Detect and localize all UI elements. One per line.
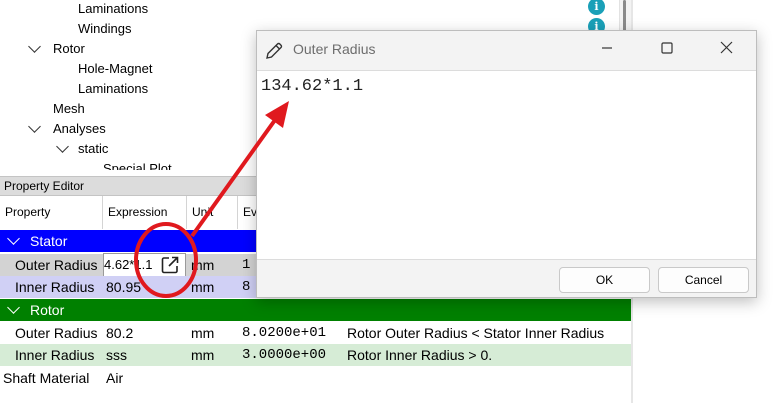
static-expand-icon[interactable]: [56, 140, 69, 153]
property-name: Outer Radius: [15, 325, 98, 341]
close-button[interactable]: [716, 40, 736, 60]
section-label: Rotor: [30, 302, 65, 318]
unit-value: mm: [191, 325, 215, 341]
section-header-rotor[interactable]: Rotor: [0, 299, 632, 321]
maximize-button[interactable]: [657, 40, 677, 60]
pencil-icon: [266, 42, 283, 59]
column-header-unit[interactable]: Unit: [187, 196, 238, 229]
analyses-expand-icon[interactable]: [28, 120, 41, 133]
expression-content[interactable]: 134.62*1.1: [261, 77, 363, 96]
collapse-icon[interactable]: [7, 301, 20, 314]
cancel-button[interactable]: Cancel: [658, 267, 749, 293]
tree-item-windings[interactable]: Windings: [78, 19, 131, 39]
evaluated-value: 3.0000e+00: [242, 347, 327, 363]
rotor-expand-icon[interactable]: [28, 40, 41, 53]
column-header-property[interactable]: Property: [0, 196, 103, 229]
evaluated-value: 8.0200e+01: [242, 325, 327, 341]
unit-value: mm: [191, 279, 215, 295]
dialog-title: Outer Radius: [293, 41, 376, 57]
tree-item-mesh[interactable]: Mesh: [53, 99, 85, 119]
ok-button[interactable]: OK: [559, 267, 650, 293]
section-label: Stator: [30, 233, 68, 249]
tree-item-static[interactable]: static: [78, 139, 108, 159]
evaluated-value: 8: [242, 279, 251, 295]
table-row[interactable]: Inner Radius sss mm 3.0000e+00 Rotor Inn…: [0, 344, 632, 366]
tree-item-special-plot[interactable]: Special Plot: [103, 159, 172, 170]
outer-radius-dialog: Outer Radius 134.62*1.1 OK Cancel: [256, 30, 757, 298]
column-header-expression[interactable]: Expression: [103, 196, 187, 229]
minimize-button[interactable]: [597, 40, 617, 60]
expression-text[interactable]: 4.62*1.1: [104, 254, 152, 276]
info-icon[interactable]: i: [588, 0, 605, 15]
expression-value[interactable]: Air: [106, 367, 123, 389]
property-name: Inner Radius: [15, 347, 95, 363]
minimize-icon: [602, 47, 612, 49]
maximize-icon: [661, 42, 673, 54]
evaluated-value: 1: [242, 257, 251, 273]
property-name: Outer Radius: [15, 257, 98, 273]
expression-value[interactable]: 80.95: [106, 276, 141, 298]
collapse-icon[interactable]: [7, 232, 20, 245]
tree-item-rotor-laminations[interactable]: Laminations: [78, 79, 148, 99]
validation-message: Rotor Outer Radius < Stator Inner Radius: [347, 325, 605, 341]
property-name: Shaft Material: [3, 370, 90, 386]
tree-item-laminations[interactable]: Laminations: [78, 0, 148, 19]
property-name: Inner Radius: [15, 279, 95, 295]
table-row[interactable]: Shaft Material Air: [0, 367, 632, 389]
expression-textarea[interactable]: 134.62*1.1: [257, 70, 756, 260]
tree-item-rotor[interactable]: Rotor: [53, 39, 85, 59]
unit-value: mm: [191, 257, 215, 273]
tree-item-hole-magnet[interactable]: Hole-Magnet: [78, 59, 152, 79]
tree-item-analyses[interactable]: Analyses: [53, 119, 106, 139]
validation-message: Rotor Inner Radius > 0.: [347, 347, 493, 363]
external-open-icon[interactable]: [160, 255, 180, 275]
dialog-titlebar[interactable]: Outer Radius: [257, 31, 756, 70]
close-icon: [720, 41, 732, 54]
expression-value[interactable]: 80.2: [106, 322, 133, 344]
table-row[interactable]: Outer Radius 80.2 mm 8.0200e+01 Rotor Ou…: [0, 322, 632, 344]
expression-value[interactable]: sss: [106, 344, 127, 366]
unit-value: mm: [191, 347, 215, 363]
